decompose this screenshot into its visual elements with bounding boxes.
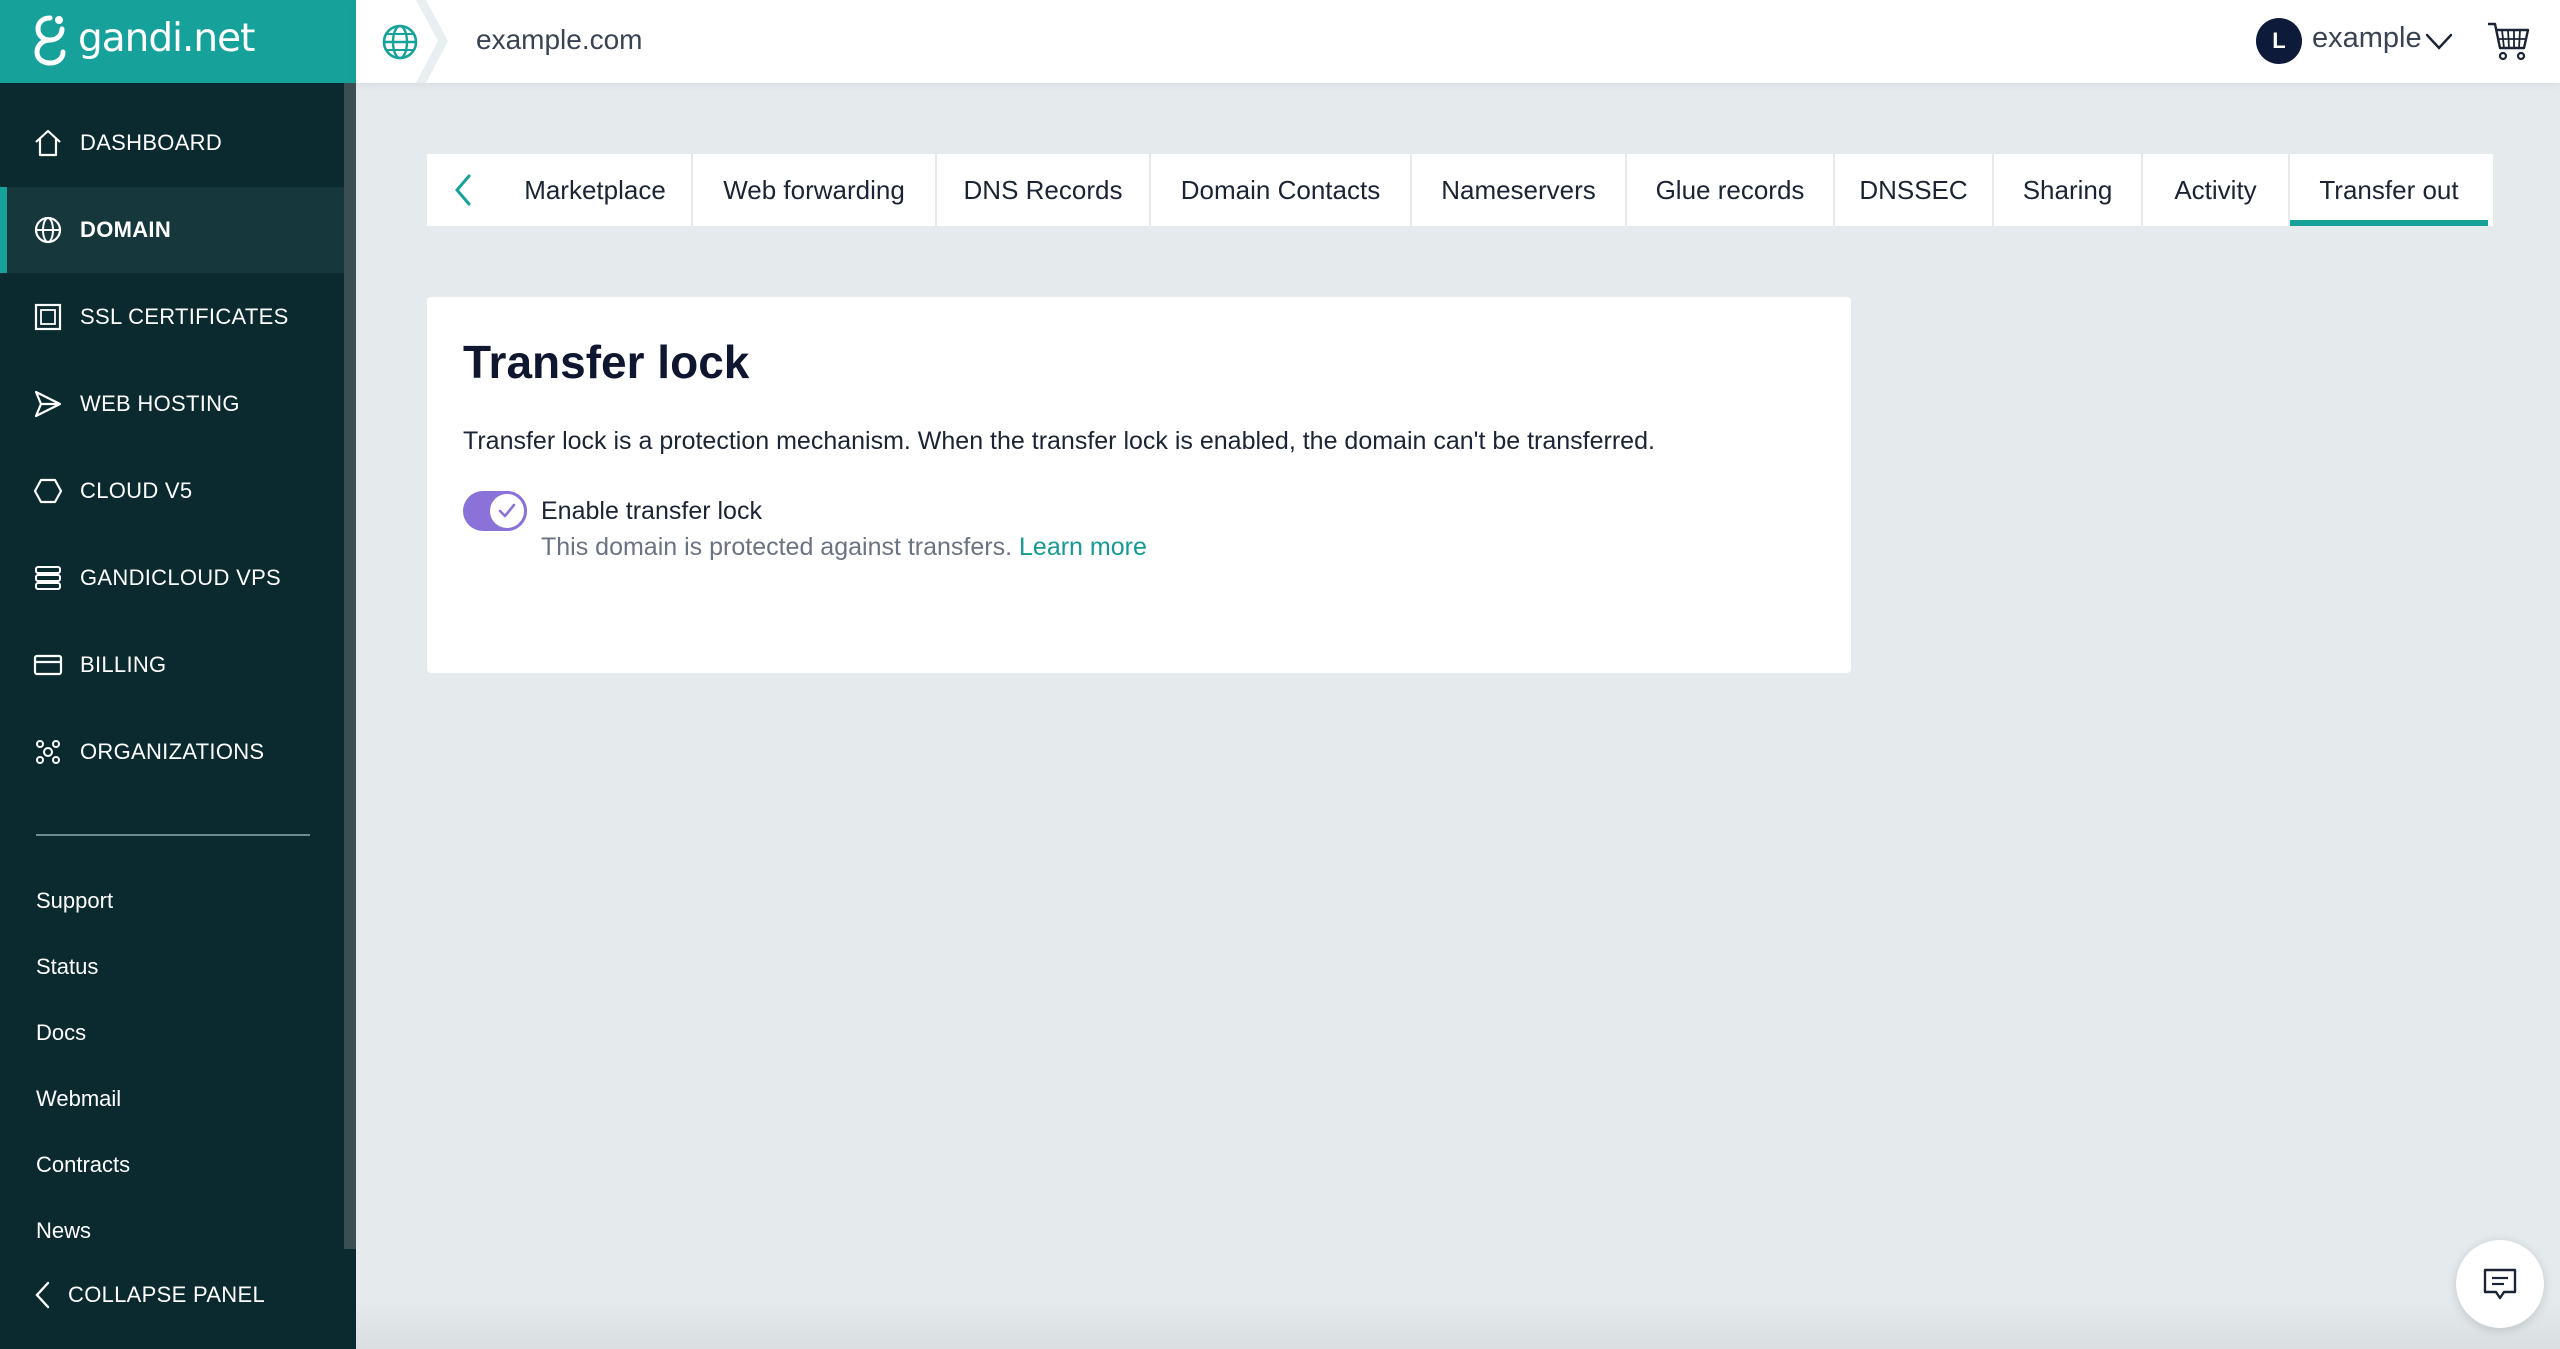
globe-icon: [34, 216, 62, 244]
home-icon: [35, 129, 61, 157]
avatar[interactable]: L: [2256, 18, 2302, 64]
tab-nameservers[interactable]: Nameservers: [1410, 154, 1625, 226]
card-description: Transfer lock is a protection mechanism.…: [463, 427, 1655, 455]
sidebar: gandi.net DASHBOARD DOMAIN SSL CERTIFICA…: [0, 0, 356, 1349]
organization-icon: [36, 740, 60, 764]
brand-name: gandi.net: [78, 16, 255, 61]
sidebar-item-web-hosting[interactable]: WEB HOSTING: [0, 361, 344, 447]
cart-icon[interactable]: [2486, 18, 2532, 64]
server-icon: [35, 566, 61, 590]
gandi-logo-icon: [34, 15, 66, 66]
sidebar-item-label: BILLING: [80, 652, 167, 677]
sidebar-divider: [36, 834, 310, 836]
sidebar-item-organizations[interactable]: ORGANIZATIONS: [0, 709, 344, 795]
topbar: example.com L example: [356, 0, 2560, 83]
sidebar-item-label: DASHBOARD: [80, 130, 223, 155]
credit-card-icon: [33, 654, 63, 676]
chevron-left-icon: [455, 174, 471, 206]
chat-icon: [2483, 1268, 2517, 1300]
certificate-icon: [34, 303, 62, 331]
user-menu-name[interactable]: example: [2312, 22, 2422, 55]
chat-button[interactable]: [2456, 1240, 2544, 1328]
hexagon-icon: [33, 478, 63, 504]
sidebar-item-cloud-v5[interactable]: CLOUD V5: [0, 448, 344, 534]
toggle-help: This domain is protected against transfe…: [541, 533, 1147, 562]
sidebar-item-billing[interactable]: BILLING: [0, 622, 344, 708]
toggle-help-text: This domain is protected against transfe…: [541, 533, 1013, 561]
sidebar-item-domain[interactable]: DOMAIN: [0, 187, 344, 273]
chevron-down-icon[interactable]: [2424, 26, 2454, 56]
sidebar-scrollbar[interactable]: [344, 83, 356, 1249]
tab-domain-contacts[interactable]: Domain Contacts: [1149, 154, 1410, 226]
learn-more-link[interactable]: Learn more: [1019, 533, 1147, 561]
tab-web-forwarding[interactable]: Web forwarding: [691, 154, 935, 226]
sidebar-link-docs[interactable]: Docs: [36, 1020, 86, 1046]
sidebar-item-label: GANDICLOUD VPS: [80, 565, 282, 590]
globe-icon: [382, 24, 418, 60]
tab-dnssec[interactable]: DNSSEC: [1833, 154, 1992, 226]
checkmark-icon: [498, 503, 516, 518]
logo-bar[interactable]: gandi.net: [0, 0, 356, 83]
tab-glue-records[interactable]: Glue records: [1625, 154, 1833, 226]
sidebar-item-gandicloud-vps[interactable]: GANDICLOUD VPS: [0, 535, 344, 621]
tab-transfer-out[interactable]: Transfer out: [2288, 154, 2488, 226]
sidebar-link-contracts[interactable]: Contracts: [36, 1152, 130, 1178]
transfer-lock-toggle[interactable]: [463, 491, 527, 531]
tab-marketplace[interactable]: Marketplace: [499, 154, 691, 226]
sidebar-item-ssl-certificates[interactable]: SSL CERTIFICATES: [0, 274, 344, 360]
collapse-panel-button[interactable]: COLLAPSE PANEL: [32, 1280, 265, 1310]
tabs-scroll-left-button[interactable]: [427, 154, 499, 226]
sidebar-item-label: CLOUD V5: [80, 478, 193, 503]
toggle-knob: [487, 491, 527, 531]
send-icon: [34, 390, 62, 418]
bottom-shade: [356, 1300, 2560, 1349]
tab-dns-records[interactable]: DNS Records: [935, 154, 1149, 226]
chevron-left-icon: [35, 1281, 50, 1309]
sidebar-item-label: DOMAIN: [80, 217, 172, 242]
sidebar-item-dashboard[interactable]: DASHBOARD: [0, 100, 344, 186]
tab-sharing[interactable]: Sharing: [1992, 154, 2141, 226]
sidebar-link-news[interactable]: News: [36, 1218, 91, 1244]
breadcrumb-separator: [416, 0, 448, 83]
sidebar-link-status[interactable]: Status: [36, 954, 98, 980]
breadcrumb-domain[interactable]: example.com: [476, 24, 643, 56]
sidebar-item-label: SSL CERTIFICATES: [80, 304, 289, 329]
card-title: Transfer lock: [463, 336, 750, 388]
transfer-lock-card: Transfer lock Transfer lock is a protect…: [427, 297, 1851, 673]
sidebar-item-label: WEB HOSTING: [80, 391, 240, 416]
sidebar-item-label: ORGANIZATIONS: [80, 739, 265, 764]
toggle-label: Enable transfer lock: [541, 497, 762, 525]
collapse-panel-label: COLLAPSE PANEL: [68, 1282, 265, 1307]
tab-activity[interactable]: Activity: [2141, 154, 2288, 226]
sidebar-link-webmail[interactable]: Webmail: [36, 1086, 121, 1112]
sidebar-link-support[interactable]: Support: [36, 888, 113, 914]
domain-tabs: Marketplace Web forwarding DNS Records D…: [427, 154, 2493, 226]
